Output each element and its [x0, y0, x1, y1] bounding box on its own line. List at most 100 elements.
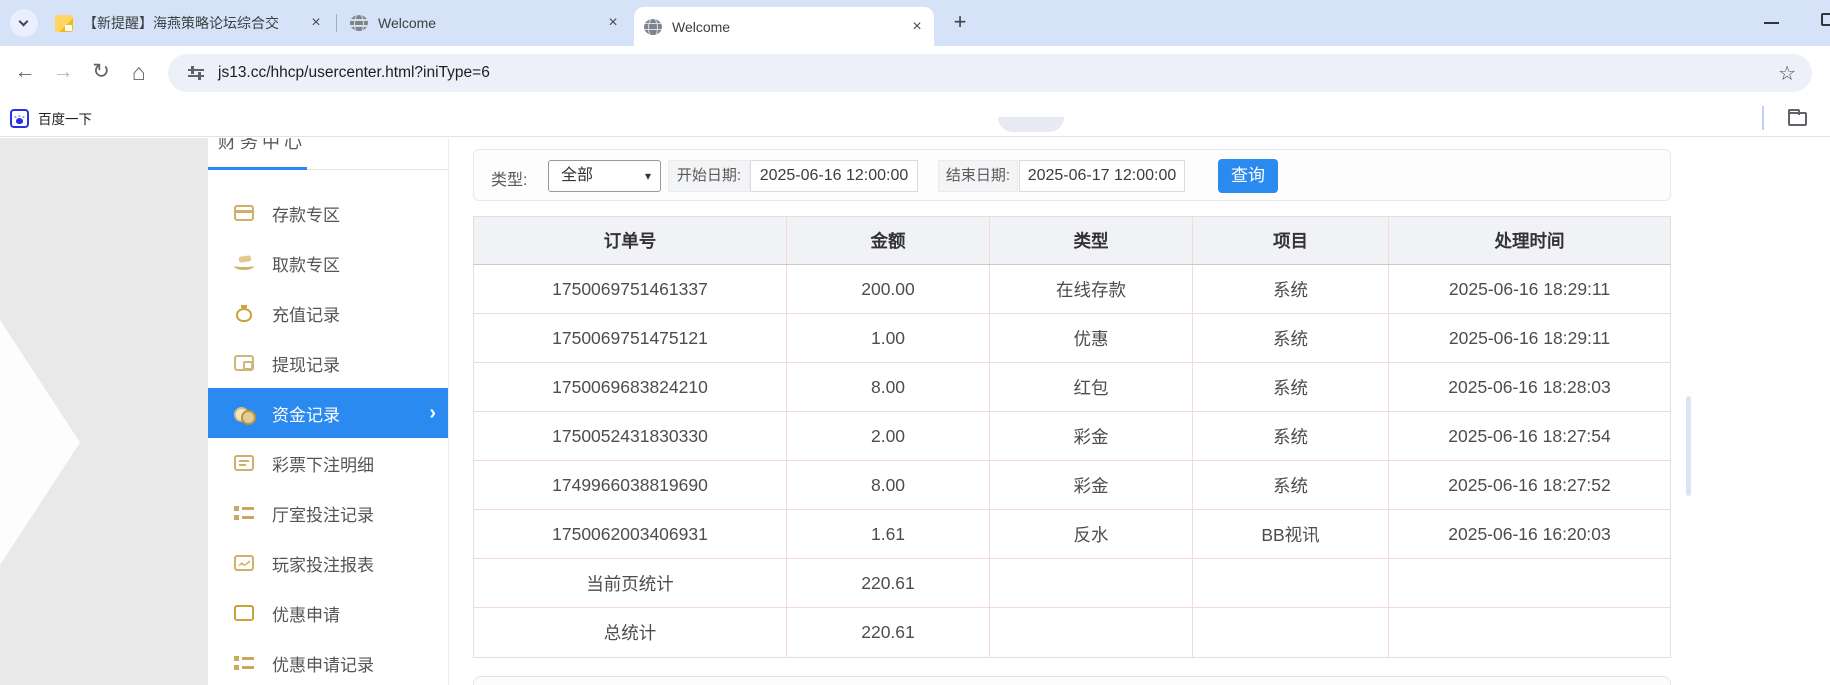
- funds-table: 订单号金额类型项目处理时间 1750069751461337200.00在线存款…: [473, 216, 1671, 658]
- hand-money-icon: [234, 262, 254, 270]
- sidebar-item[interactable]: 彩票下注明细: [208, 438, 448, 488]
- close-icon[interactable]: ×: [602, 12, 624, 34]
- page-viewport: 财务中心 存款专区 取款专区 充值记录 提现记录 资金记录 › 彩票下注明细 厅…: [0, 138, 1830, 685]
- tab-search-button[interactable]: [10, 9, 38, 37]
- bookmark-label: 百度一下: [38, 108, 92, 128]
- sidebar-header-tab[interactable]: 财务中心: [208, 138, 448, 170]
- filter-panel: 类型: 全部 ▾ 开始日期: 2025-06-16 12:00:00 结束日期:…: [473, 149, 1671, 201]
- sidebar-item[interactable]: 厅室投注记录: [208, 488, 448, 538]
- sidebar: 财务中心 存款专区 取款专区 充值记录 提现记录 资金记录 › 彩票下注明细 厅…: [208, 138, 449, 685]
- tab-forum[interactable]: 【新提醒】海燕策略论坛综合交 ×: [45, 0, 333, 46]
- start-date-input[interactable]: 2025-06-16 12:00:00: [750, 160, 918, 192]
- reload-icon[interactable]: ↻: [86, 46, 116, 100]
- table-cell: [1193, 559, 1389, 607]
- sidebar-active-tab-underline: [208, 167, 307, 170]
- scrollbar-thumb[interactable]: [1686, 396, 1691, 496]
- ticket-list-icon: [234, 455, 254, 471]
- table-cell: BB视讯: [1193, 510, 1389, 558]
- table-cell: 2025-06-16 18:27:52: [1389, 461, 1670, 509]
- wallet-icon: [234, 355, 254, 371]
- tab-title: Welcome: [672, 19, 906, 35]
- forward-icon[interactable]: →: [48, 46, 78, 100]
- bookmarks-folder-icon[interactable]: [1788, 112, 1807, 126]
- url-text[interactable]: js13.cc/hhcp/usercenter.html?iniType=6: [218, 64, 1778, 82]
- chevron-down-icon: [19, 17, 29, 27]
- table-cell: [1389, 559, 1670, 607]
- table-cell: 当前页统计: [474, 559, 787, 607]
- tab-welcome-2-active[interactable]: Welcome ×: [634, 7, 934, 46]
- sidebar-item[interactable]: 玩家投注报表: [208, 538, 448, 588]
- table-cell: 总统计: [474, 608, 787, 657]
- table-row: 17500524318303302.00彩金系统2025-06-16 18:27…: [474, 412, 1670, 461]
- table-header-cell: 类型: [990, 217, 1193, 264]
- sidebar-item[interactable]: 资金记录 ›: [208, 388, 448, 438]
- list-icon: [234, 655, 254, 671]
- table-cell: 系统: [1193, 314, 1389, 362]
- report-chart-icon: [234, 555, 254, 571]
- table-cell: [990, 608, 1193, 657]
- chevron-down-icon: ▾: [645, 161, 651, 191]
- window-maximize-button[interactable]: [1821, 13, 1830, 26]
- search-button[interactable]: 查询: [1218, 159, 1278, 193]
- main-panel: 类型: 全部 ▾ 开始日期: 2025-06-16 12:00:00 结束日期:…: [473, 138, 1671, 685]
- table-row: 当前页统计220.61: [474, 559, 1670, 608]
- globe-icon: [644, 19, 662, 35]
- table-cell: 在线存款: [990, 265, 1193, 313]
- table-cell: 1750062003406931: [474, 510, 787, 558]
- table-cell: [1389, 608, 1670, 657]
- table-cell: 2025-06-16 18:28:03: [1389, 363, 1670, 411]
- bookmarks-separator: [1762, 106, 1764, 130]
- sidebar-item[interactable]: 存款专区: [208, 188, 448, 238]
- page-overlay-arc: [998, 117, 1064, 132]
- sidebar-item[interactable]: 优惠申请: [208, 588, 448, 638]
- home-icon[interactable]: ⌂: [124, 46, 154, 100]
- table-cell: 2.00: [787, 412, 990, 460]
- table-cell: 2025-06-16 18:27:54: [1389, 412, 1670, 460]
- start-date-label: 开始日期:: [668, 160, 750, 192]
- type-select-value: 全部: [561, 167, 593, 184]
- sidebar-item[interactable]: 取款专区: [208, 238, 448, 288]
- table-cell: 2025-06-16 16:20:03: [1389, 510, 1670, 558]
- end-date-input[interactable]: 2025-06-17 12:00:00: [1019, 160, 1185, 192]
- close-icon[interactable]: ×: [305, 12, 327, 34]
- table-cell: 1750069751461337: [474, 265, 787, 313]
- table-cell: 8.00: [787, 363, 990, 411]
- tab-title: Welcome: [378, 15, 602, 31]
- table-cell: 彩金: [990, 412, 1193, 460]
- window-minimize-button[interactable]: [1764, 22, 1779, 24]
- browser-window: 【新提醒】海燕策略论坛综合交 × Welcome × Welcome × + ←…: [0, 0, 1830, 685]
- sidebar-item[interactable]: 提现记录: [208, 338, 448, 388]
- table-cell: 1.61: [787, 510, 990, 558]
- close-icon[interactable]: ×: [906, 16, 928, 38]
- site-settings-icon[interactable]: [188, 65, 204, 81]
- table-row: 17499660388196908.00彩金系统2025-06-16 18:27…: [474, 461, 1670, 510]
- sidebar-header-label: 财务中心: [218, 138, 306, 154]
- table-header-cell: 订单号: [474, 217, 787, 264]
- bookmark-baidu[interactable]: 百度一下: [10, 105, 92, 131]
- table-cell: 系统: [1193, 461, 1389, 509]
- bookmark-star-icon[interactable]: ☆: [1778, 61, 1796, 86]
- new-tab-button[interactable]: +: [946, 9, 974, 37]
- table-row: 总统计220.61: [474, 608, 1670, 657]
- table-cell: 2025-06-16 18:29:11: [1389, 265, 1670, 313]
- table-cell: 1749966038819690: [474, 461, 787, 509]
- bookmarks-bar: 百度一下: [0, 100, 1830, 137]
- page-background-left: [0, 138, 208, 685]
- sidebar-item[interactable]: 优惠申请记录: [208, 638, 448, 685]
- table-cell: 220.61: [787, 608, 990, 657]
- promo-envelope-icon: [234, 605, 254, 621]
- table-cell: 1750069751475121: [474, 314, 787, 362]
- table-header-cell: 处理时间: [1389, 217, 1670, 264]
- url-bar[interactable]: js13.cc/hhcp/usercenter.html?iniType=6 ☆: [168, 54, 1812, 92]
- table-row: 17500696838242108.00红包系统2025-06-16 18:28…: [474, 363, 1670, 412]
- tab-separator: [336, 14, 337, 32]
- table-cell: 1.00: [787, 314, 990, 362]
- table-cell: 系统: [1193, 363, 1389, 411]
- tab-welcome-1[interactable]: Welcome ×: [340, 0, 630, 46]
- table-cell: 优惠: [990, 314, 1193, 362]
- type-select[interactable]: 全部 ▾: [548, 160, 661, 192]
- table-row: 1750069751461337200.00在线存款系统2025-06-16 1…: [474, 265, 1670, 314]
- table-cell: 200.00: [787, 265, 990, 313]
- sidebar-item[interactable]: 充值记录: [208, 288, 448, 338]
- back-icon[interactable]: ←: [10, 46, 40, 100]
